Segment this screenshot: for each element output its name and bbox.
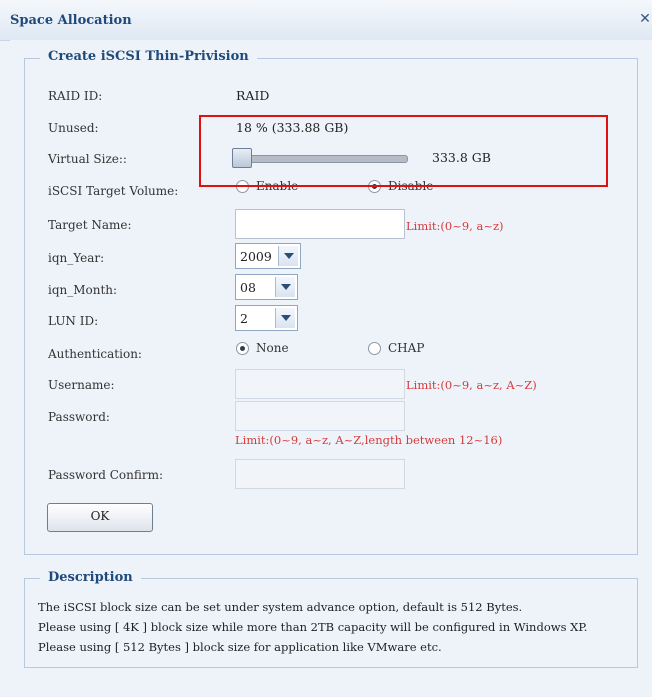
iqn-month-select[interactable]: 08	[235, 274, 298, 300]
authentication-none-radio[interactable]	[236, 342, 249, 355]
password-label: Password:	[48, 410, 110, 424]
description-legend: Description	[40, 570, 141, 585]
password-limit: Limit:(0~9, a~z, A~Z,length between 12~1…	[235, 433, 503, 447]
username-label: Username:	[48, 378, 115, 392]
description-line-2: Please using [ 4K ] block size while mor…	[38, 620, 588, 634]
lun-id-label: LUN ID:	[48, 314, 99, 328]
iqn-year-value: 2009	[240, 249, 272, 264]
chevron-down-icon[interactable]	[278, 246, 298, 266]
chevron-down-icon[interactable]	[275, 277, 295, 297]
close-icon[interactable]: ✕	[638, 10, 652, 28]
target-name-limit: Limit:(0~9, a~z)	[406, 219, 504, 233]
iqn-year-label: iqn_Year:	[48, 251, 105, 265]
password-confirm-input[interactable]	[235, 459, 405, 489]
password-input[interactable]	[235, 401, 405, 431]
iqn-year-select[interactable]: 2009	[235, 243, 301, 269]
authentication-chap-label: CHAP	[388, 341, 425, 355]
authentication-chap-radio[interactable]	[368, 342, 381, 355]
lun-id-select[interactable]: 2	[235, 305, 298, 331]
raid-id-value: RAID	[236, 88, 270, 103]
description-line-1: The iSCSI block size can be set under sy…	[38, 600, 523, 614]
target-name-label: Target Name:	[48, 218, 132, 232]
authentication-none-label: None	[256, 341, 289, 355]
lun-id-value: 2	[240, 311, 248, 326]
title-bar: Space Allocation ✕	[0, 0, 652, 41]
chevron-down-icon[interactable]	[275, 308, 295, 328]
target-name-input[interactable]	[235, 209, 405, 239]
iqn-month-value: 08	[240, 280, 256, 295]
authentication-label: Authentication:	[48, 347, 142, 361]
username-input[interactable]	[235, 369, 405, 399]
raid-id-label: RAID ID:	[48, 89, 103, 103]
virtual-size-label: Virtual Size::	[48, 152, 127, 166]
iqn-month-label: iqn_Month:	[48, 283, 118, 297]
unused-label: Unused:	[48, 121, 99, 135]
highlight-box	[199, 115, 608, 187]
target-volume-label: iSCSI Target Volume:	[48, 184, 179, 198]
password-confirm-label: Password Confirm:	[48, 468, 164, 482]
create-iscsi-legend: Create iSCSI Thin-Privision	[40, 49, 257, 64]
description-line-3: Please using [ 512 Bytes ] block size fo…	[38, 640, 442, 654]
ok-button[interactable]: OK	[47, 503, 153, 532]
username-limit: Limit:(0~9, a~z, A~Z)	[406, 378, 537, 392]
space-allocation-window: Space Allocation ✕ Create iSCSI Thin-Pri…	[0, 0, 652, 697]
window-title: Space Allocation	[10, 13, 132, 28]
